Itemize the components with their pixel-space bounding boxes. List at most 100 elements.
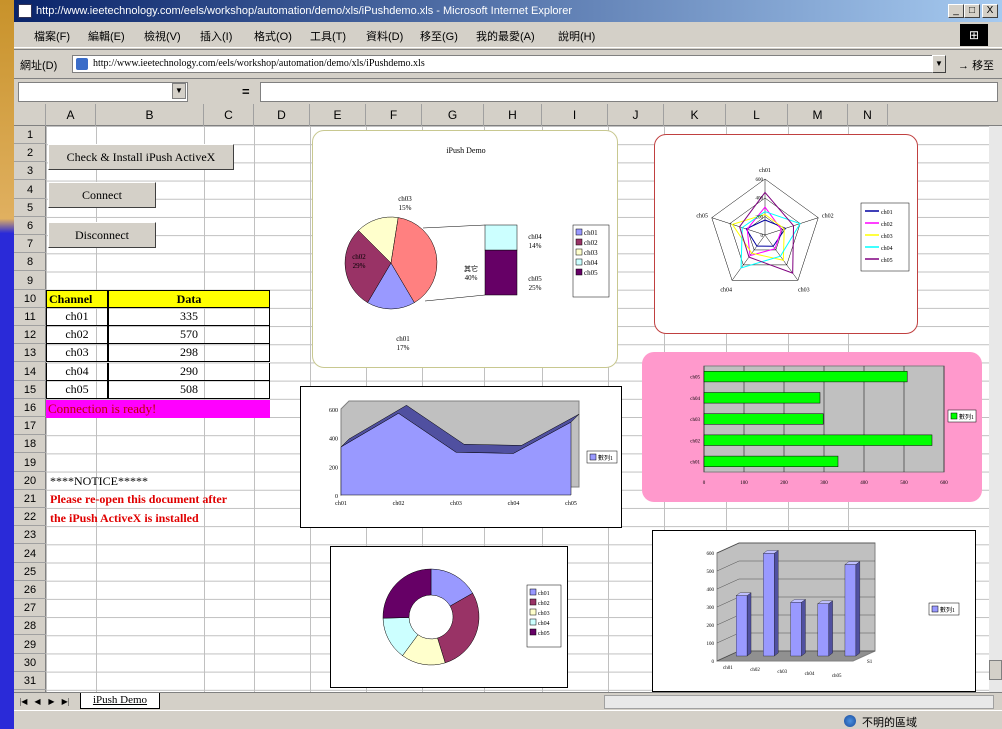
row-header-6[interactable]: 6 — [14, 217, 46, 235]
formula-input[interactable] — [260, 82, 998, 102]
menu-format[interactable]: 格式(O) — [254, 28, 292, 44]
column-header-a[interactable]: A — [46, 104, 96, 126]
row-header-25[interactable]: 25 — [14, 563, 46, 581]
install-activex-button[interactable]: Check & Install iPush ActiveX — [48, 144, 234, 170]
radar-chart-panel[interactable]: ch01 ch02 ch03 ch04 ch05 0 200 400 600 ch01 ch02 ch… — [654, 134, 918, 334]
minimize-button[interactable]: _ — [948, 4, 964, 18]
bar-chart-panel[interactable]: 0 100 200 300 400 500 600 ch05 ch04 ch03 ch02 ch01 數… — [642, 352, 982, 502]
first-sheet-icon[interactable]: |◀ — [18, 696, 29, 708]
row-header-18[interactable]: 18 — [14, 435, 46, 454]
table-cell-channel[interactable]: ch05 — [46, 380, 108, 399]
column-header-l[interactable]: L — [726, 104, 788, 126]
menu-data[interactable]: 資料(D) — [366, 28, 403, 44]
row-header-20[interactable]: 20 — [14, 472, 46, 490]
row-header-26[interactable]: 26 — [14, 581, 46, 599]
row-header-22[interactable]: 22 — [14, 508, 46, 527]
name-box-dropdown[interactable]: ▼ — [172, 83, 186, 99]
legend-label: ch03 — [881, 234, 893, 240]
column-header-m[interactable]: M — [788, 104, 848, 126]
menu-tools[interactable]: 工具(T) — [310, 28, 346, 44]
row-header-29[interactable]: 29 — [14, 636, 46, 654]
column-header-h[interactable]: H — [484, 104, 542, 126]
menu-favorites[interactable]: 我的最愛(A) — [476, 28, 535, 44]
column-header-i[interactable]: I — [542, 104, 608, 126]
row-header-24[interactable]: 24 — [14, 545, 46, 563]
row-header-11[interactable]: 11 — [14, 308, 46, 326]
address-input[interactable]: http://www.ieetechnology.com/eels/worksh… — [72, 55, 942, 73]
connect-button[interactable]: Connect — [48, 182, 156, 208]
area-chart-panel[interactable]: 0 200 400 600 ch01 ch02 ch03 ch04 ch05 數列1 — [300, 386, 622, 528]
address-dropdown-button[interactable]: ▼ — [932, 55, 946, 73]
row-header-19[interactable]: 19 — [14, 454, 46, 472]
sheet-tab[interactable]: iPush Demo — [80, 693, 160, 709]
row-header-31[interactable]: 31 — [14, 672, 46, 690]
doughnut-chart-panel[interactable]: ch01 ch02 ch03 ch04 ch05 — [330, 546, 568, 688]
row-header-30[interactable]: 30 — [14, 654, 46, 672]
row-header-9[interactable]: 9 — [14, 272, 46, 290]
row-header-2[interactable]: 2 — [14, 144, 46, 163]
column-header-d[interactable]: D — [254, 104, 310, 126]
x-tick-label: ch04 — [805, 672, 815, 677]
column-header-n[interactable]: N — [848, 104, 888, 126]
menu-goto[interactable]: 移至(G) — [420, 28, 458, 44]
row-header-8[interactable]: 8 — [14, 253, 46, 272]
y-tick-label: ch03 — [690, 418, 700, 423]
maximize-button[interactable]: □ — [964, 4, 980, 18]
column-header-b[interactable]: B — [96, 104, 204, 126]
vertical-scrollbar[interactable] — [989, 126, 1002, 692]
table-cell-channel[interactable]: ch03 — [46, 344, 108, 363]
row-header-10[interactable]: 10 — [14, 290, 46, 308]
row-header-12[interactable]: 12 — [14, 326, 46, 345]
x-tick-label: ch03 — [450, 501, 462, 507]
row-header-27[interactable]: 27 — [14, 599, 46, 618]
column-header-c[interactable]: C — [204, 104, 254, 126]
table-cell-value[interactable]: 298 — [108, 344, 270, 363]
column-side — [801, 599, 806, 657]
disconnect-button[interactable]: Disconnect — [48, 222, 156, 248]
column-header-j[interactable]: J — [608, 104, 664, 126]
column-header-f[interactable]: F — [366, 104, 422, 126]
menu-file[interactable]: 檔案(F) — [34, 28, 70, 44]
menu-view[interactable]: 檢視(V) — [144, 28, 181, 44]
row-header-21[interactable]: 21 — [14, 490, 46, 508]
table-cell-value[interactable]: 290 — [108, 362, 270, 381]
row-header-1[interactable]: 1 — [14, 126, 46, 144]
last-sheet-icon[interactable]: ▶| — [60, 696, 71, 708]
connector-line — [424, 294, 486, 302]
menu-edit[interactable]: 編輯(E) — [88, 28, 125, 44]
table-cell-value[interactable]: 335 — [108, 308, 270, 326]
axis-label: ch02 — [822, 214, 834, 220]
column-header-k[interactable]: K — [664, 104, 726, 126]
go-button[interactable]: → 移至 — [958, 57, 994, 73]
menu-help[interactable]: 說明(H) — [558, 28, 595, 44]
axis-label: ch04 — [720, 287, 732, 293]
row-header-23[interactable]: 23 — [14, 526, 46, 545]
select-all-corner[interactable] — [14, 104, 46, 126]
row-header-3[interactable]: 3 — [14, 162, 46, 181]
table-cell-value[interactable]: 570 — [108, 326, 270, 345]
next-sheet-icon[interactable]: ▶ — [46, 696, 57, 708]
pie-chart-panel[interactable]: iPush Demo ch01 17% ch02 29% ch03 15% 其它 40% ch04… — [312, 130, 618, 368]
row-header-13[interactable]: 13 — [14, 344, 46, 363]
table-cell-channel[interactable]: ch02 — [46, 326, 108, 345]
row-header-14[interactable]: 14 — [14, 363, 46, 381]
row-header-7[interactable]: 7 — [14, 235, 46, 254]
row-header-17[interactable]: 17 — [14, 417, 46, 436]
close-button[interactable]: X — [982, 4, 998, 18]
table-cell-channel[interactable]: ch01 — [46, 308, 108, 326]
column-header-e[interactable]: E — [310, 104, 366, 126]
horizontal-scrollbar[interactable] — [604, 695, 994, 709]
vertical-scroll-thumb[interactable] — [989, 660, 1002, 680]
row-header-28[interactable]: 28 — [14, 617, 46, 636]
name-box[interactable] — [18, 82, 188, 102]
table-cell-channel[interactable]: ch04 — [46, 362, 108, 381]
row-header-5[interactable]: 5 — [14, 199, 46, 217]
table-cell-value[interactable]: 508 — [108, 380, 270, 399]
prev-sheet-icon[interactable]: ◀ — [32, 696, 43, 708]
menu-insert[interactable]: 插入(I) — [200, 28, 232, 44]
column-header-g[interactable]: G — [422, 104, 484, 126]
row-header-4[interactable]: 4 — [14, 181, 46, 199]
column-chart-panel[interactable]: 0 100 200 300 400 500 600 ch01 ch02 ch03 ch04 ch05 S… — [652, 530, 976, 692]
row-header-15[interactable]: 15 — [14, 381, 46, 399]
row-header-16[interactable]: 16 — [14, 399, 46, 417]
